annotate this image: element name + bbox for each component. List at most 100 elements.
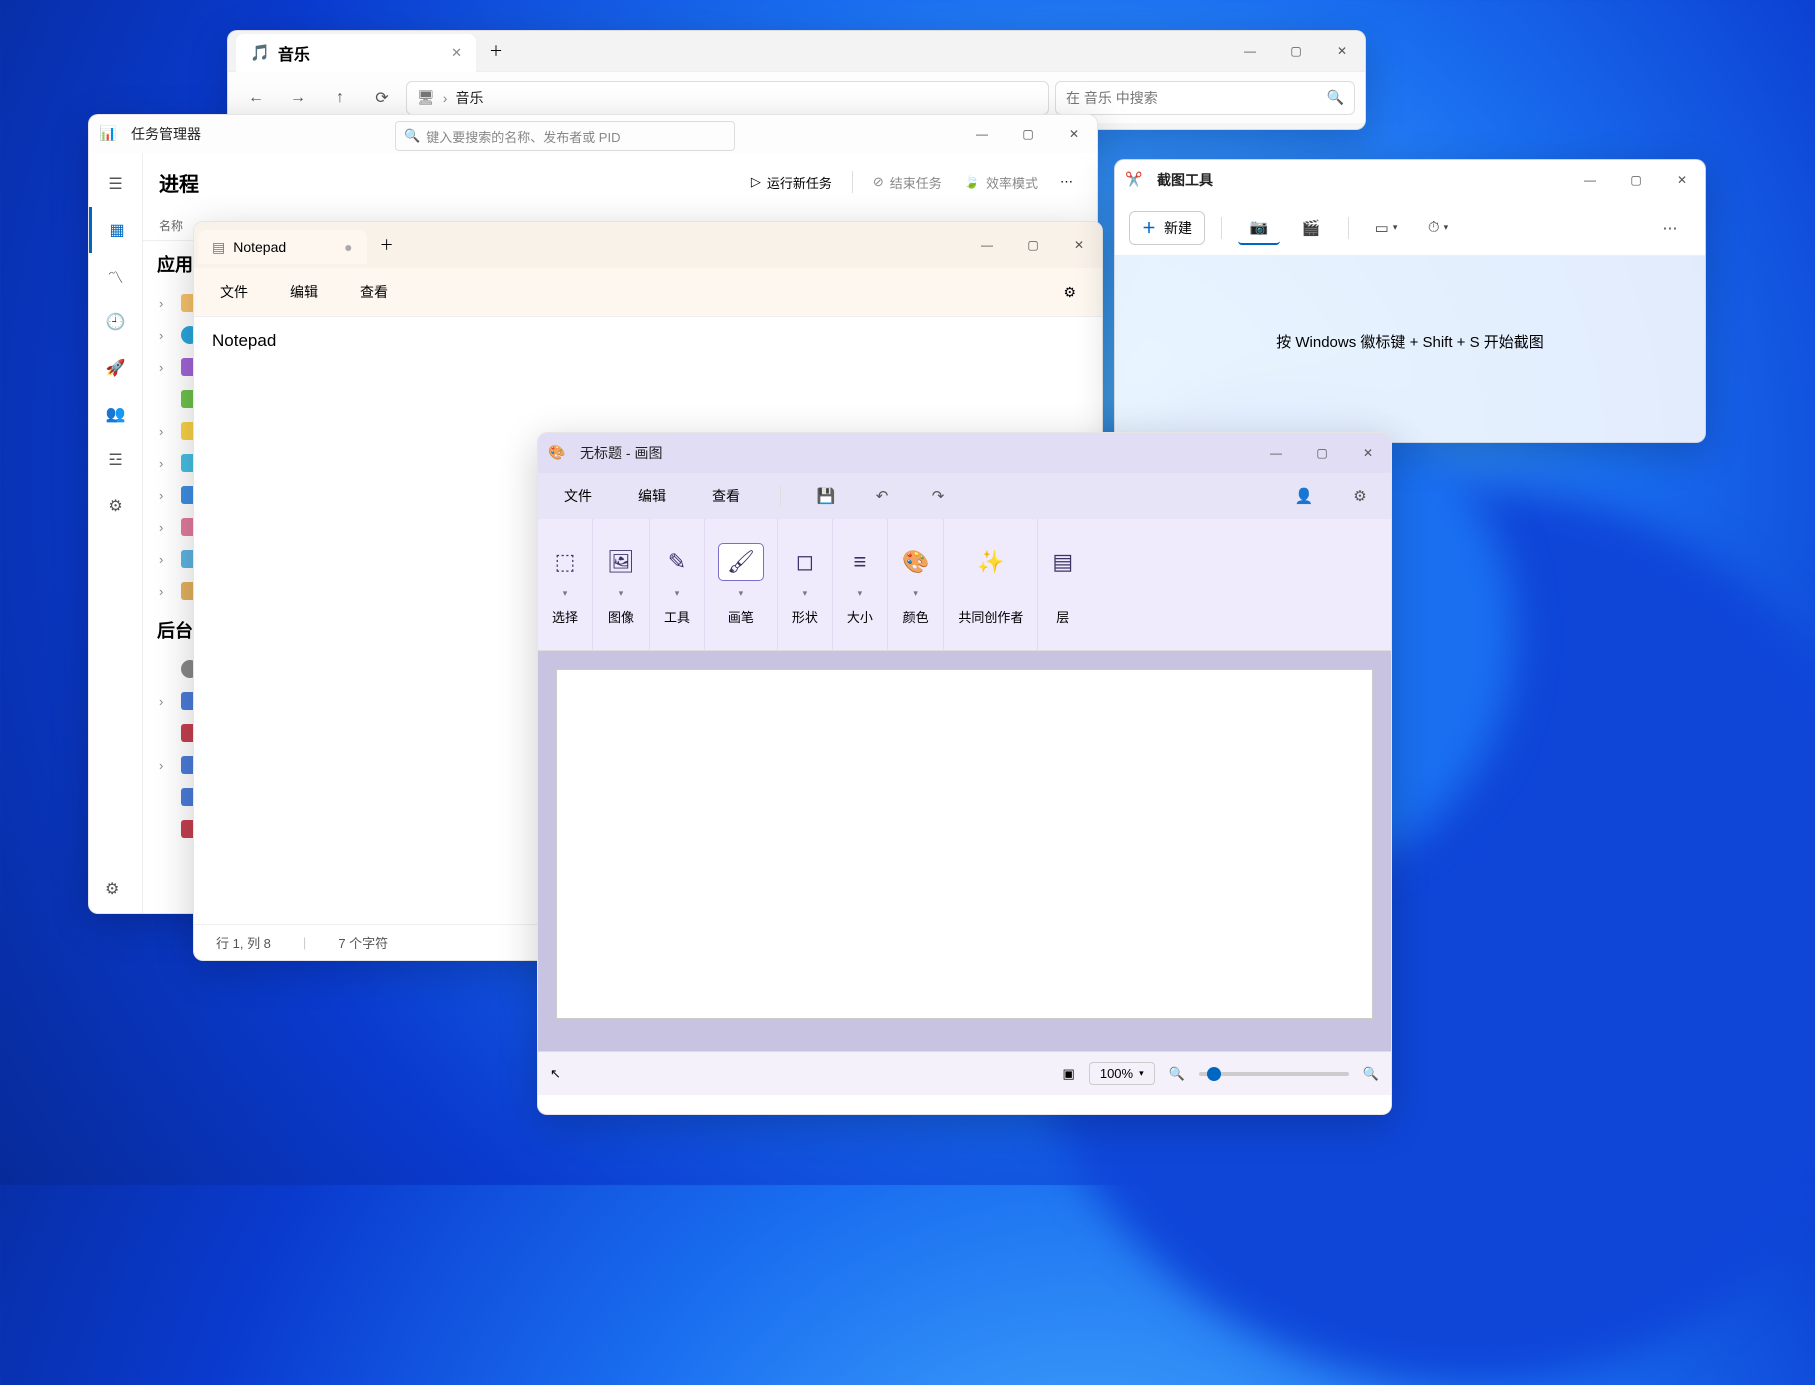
ribbon-size[interactable]: ≡ ▾ 大小 bbox=[833, 519, 888, 650]
run-new-task-button[interactable]: ▷运行新任务 bbox=[743, 169, 840, 196]
settings-icon[interactable]: ⚙ bbox=[1051, 276, 1088, 308]
music-search[interactable]: 在 音乐 中搜索 🔍 bbox=[1055, 81, 1355, 115]
expand-icon[interactable]: › bbox=[159, 694, 173, 709]
notepad-titlebar[interactable]: ▤ Notepad ● ＋ — ▢ ✕ bbox=[194, 222, 1102, 268]
new-tab-button[interactable]: ＋ bbox=[480, 35, 512, 67]
maximize-button[interactable]: ▢ bbox=[1299, 432, 1345, 474]
ribbon-layers[interactable]: ▤ ▾ 层 bbox=[1038, 519, 1087, 650]
music-tab[interactable]: 🎵 音乐 ✕ bbox=[236, 34, 476, 72]
menu-edit[interactable]: 编辑 bbox=[278, 276, 330, 308]
redo-icon[interactable]: ↷ bbox=[921, 479, 955, 513]
paint-titlebar[interactable]: 🎨 无标题 - 画图 — ▢ ✕ bbox=[538, 433, 1391, 473]
history-icon[interactable]: 🕘 bbox=[89, 299, 142, 345]
menu-edit[interactable]: 编辑 bbox=[626, 480, 678, 512]
notepad-content[interactable]: Notepad bbox=[194, 317, 1102, 365]
close-button[interactable]: ✕ bbox=[1659, 159, 1705, 201]
services-icon[interactable]: ⚙ bbox=[89, 483, 142, 529]
minimize-button[interactable]: — bbox=[1567, 159, 1613, 201]
taskmgr-icon: 📊 bbox=[99, 125, 117, 143]
startup-icon[interactable]: 🚀 bbox=[89, 345, 142, 391]
chevron-down-icon: ▾ bbox=[1393, 222, 1398, 233]
undo-icon[interactable]: ↶ bbox=[865, 479, 899, 513]
expand-icon[interactable]: › bbox=[159, 552, 173, 567]
close-icon[interactable]: ✕ bbox=[451, 45, 462, 61]
end-task-button[interactable]: ⊘结束任务 bbox=[865, 169, 950, 196]
paint-menubar: 文件 编辑 查看 💾 ↶ ↷ 👤 ⚙ bbox=[538, 473, 1391, 519]
delay-button[interactable]: ⏱ ▾ bbox=[1417, 211, 1459, 245]
layers-icon: ▤ bbox=[1052, 544, 1073, 580]
expand-icon[interactable]: › bbox=[159, 328, 173, 343]
close-button[interactable]: ✕ bbox=[1319, 30, 1365, 72]
fit-icon[interactable]: ▣ bbox=[1063, 1066, 1075, 1082]
photo-mode-button[interactable]: 📷 bbox=[1238, 211, 1280, 245]
ribbon-tools[interactable]: ✎ ▾ 工具 bbox=[650, 519, 705, 650]
expand-icon[interactable]: › bbox=[159, 488, 173, 503]
shape-select-button[interactable]: ▭ ▾ bbox=[1365, 211, 1407, 245]
new-snip-button[interactable]: ＋ 新建 bbox=[1129, 211, 1205, 245]
performance-icon[interactable]: 〽 bbox=[89, 253, 142, 299]
expand-icon[interactable]: › bbox=[159, 424, 173, 439]
new-tab-button[interactable]: ＋ bbox=[371, 229, 403, 261]
maximize-button[interactable]: ▢ bbox=[1010, 224, 1056, 266]
zoom-in-icon[interactable]: 🔍 bbox=[1363, 1066, 1379, 1082]
ribbon-select-label: 选择 bbox=[552, 607, 578, 626]
notepad-tab[interactable]: ▤ Notepad ● bbox=[198, 230, 367, 264]
settings-icon[interactable]: ⚙ bbox=[105, 879, 119, 899]
expand-icon[interactable]: › bbox=[159, 584, 173, 599]
music-titlebar[interactable]: 🎵 音乐 ✕ ＋ — ▢ ✕ bbox=[228, 31, 1365, 71]
ribbon-brush[interactable]: 🖌 ▾ 画笔 bbox=[705, 519, 778, 650]
processes-icon[interactable]: ▦ bbox=[89, 207, 142, 253]
avatar-icon[interactable]: 👤 bbox=[1287, 479, 1321, 513]
minimize-button[interactable]: — bbox=[959, 114, 1005, 155]
expand-icon[interactable]: › bbox=[159, 296, 173, 311]
forward-icon[interactable]: → bbox=[280, 80, 316, 116]
minimize-button[interactable]: — bbox=[1227, 30, 1273, 72]
expand-icon[interactable]: › bbox=[159, 520, 173, 535]
paint-statusbar: ↖ ▣ 100% ▾ 🔍 🔍 bbox=[538, 1051, 1391, 1095]
close-button[interactable]: ✕ bbox=[1051, 114, 1097, 155]
palette-icon: 🎨 bbox=[902, 544, 929, 580]
ribbon-colors[interactable]: 🎨 ▾ 颜色 bbox=[888, 519, 944, 650]
menu-view[interactable]: 查看 bbox=[348, 276, 400, 308]
expand-icon[interactable]: › bbox=[159, 360, 173, 375]
taskmgr-search[interactable]: 🔍 键入要搜索的名称、发布者或 PID bbox=[395, 121, 735, 151]
more-button[interactable]: ⋯ bbox=[1052, 170, 1081, 194]
zoom-out-icon[interactable]: 🔍 bbox=[1169, 1066, 1185, 1082]
maximize-button[interactable]: ▢ bbox=[1005, 114, 1051, 155]
close-button[interactable]: ✕ bbox=[1345, 432, 1391, 474]
up-icon[interactable]: ↑ bbox=[322, 80, 358, 116]
video-mode-button[interactable]: 🎬 bbox=[1290, 211, 1332, 245]
close-button[interactable]: ✕ bbox=[1056, 224, 1102, 266]
ribbon-shapes[interactable]: ◻ ▾ 形状 bbox=[778, 519, 833, 650]
minimize-button[interactable]: — bbox=[964, 224, 1010, 266]
details-icon[interactable]: ☲ bbox=[89, 437, 142, 483]
zoom-slider[interactable] bbox=[1199, 1072, 1349, 1076]
breadcrumb-box[interactable]: 🖥 › 音乐 bbox=[406, 81, 1049, 115]
ribbon-cocreate[interactable]: ✨ ▾ 共同创作者 bbox=[944, 519, 1038, 650]
taskmgr-titlebar[interactable]: 📊 任务管理器 🔍 键入要搜索的名称、发布者或 PID — ▢ ✕ bbox=[89, 115, 1097, 153]
menu-icon[interactable]: ☰ bbox=[89, 161, 142, 207]
menu-view[interactable]: 查看 bbox=[700, 480, 752, 512]
menu-file[interactable]: 文件 bbox=[208, 276, 260, 308]
settings-icon[interactable]: ⚙ bbox=[1343, 479, 1377, 513]
maximize-button[interactable]: ▢ bbox=[1613, 159, 1659, 201]
efficiency-mode-button[interactable]: 🍃效率模式 bbox=[956, 169, 1046, 196]
ribbon-image-label: 图像 bbox=[608, 607, 634, 626]
back-icon[interactable]: ← bbox=[238, 80, 274, 116]
save-icon[interactable]: 💾 bbox=[809, 479, 843, 513]
snip-titlebar[interactable]: ✂️ 截图工具 — ▢ ✕ bbox=[1115, 160, 1705, 200]
maximize-button[interactable]: ▢ bbox=[1273, 30, 1319, 72]
ribbon-select[interactable]: ⬚ ▾ 选择 bbox=[538, 519, 593, 650]
ribbon-layers-label: 层 bbox=[1056, 607, 1069, 626]
minimize-button[interactable]: — bbox=[1253, 432, 1299, 474]
paint-canvas[interactable] bbox=[556, 669, 1373, 1019]
more-button[interactable]: ⋯ bbox=[1649, 211, 1691, 245]
zoom-select[interactable]: 100% ▾ bbox=[1089, 1062, 1155, 1085]
menu-file[interactable]: 文件 bbox=[552, 480, 604, 512]
expand-icon[interactable]: › bbox=[159, 758, 173, 773]
users-icon[interactable]: 👥 bbox=[89, 391, 142, 437]
expand-icon[interactable]: › bbox=[159, 456, 173, 471]
refresh-icon[interactable]: ⟳ bbox=[364, 80, 400, 116]
ribbon-image[interactable]: 🖼 ▾ 图像 bbox=[593, 519, 650, 650]
slider-thumb[interactable] bbox=[1207, 1067, 1221, 1081]
